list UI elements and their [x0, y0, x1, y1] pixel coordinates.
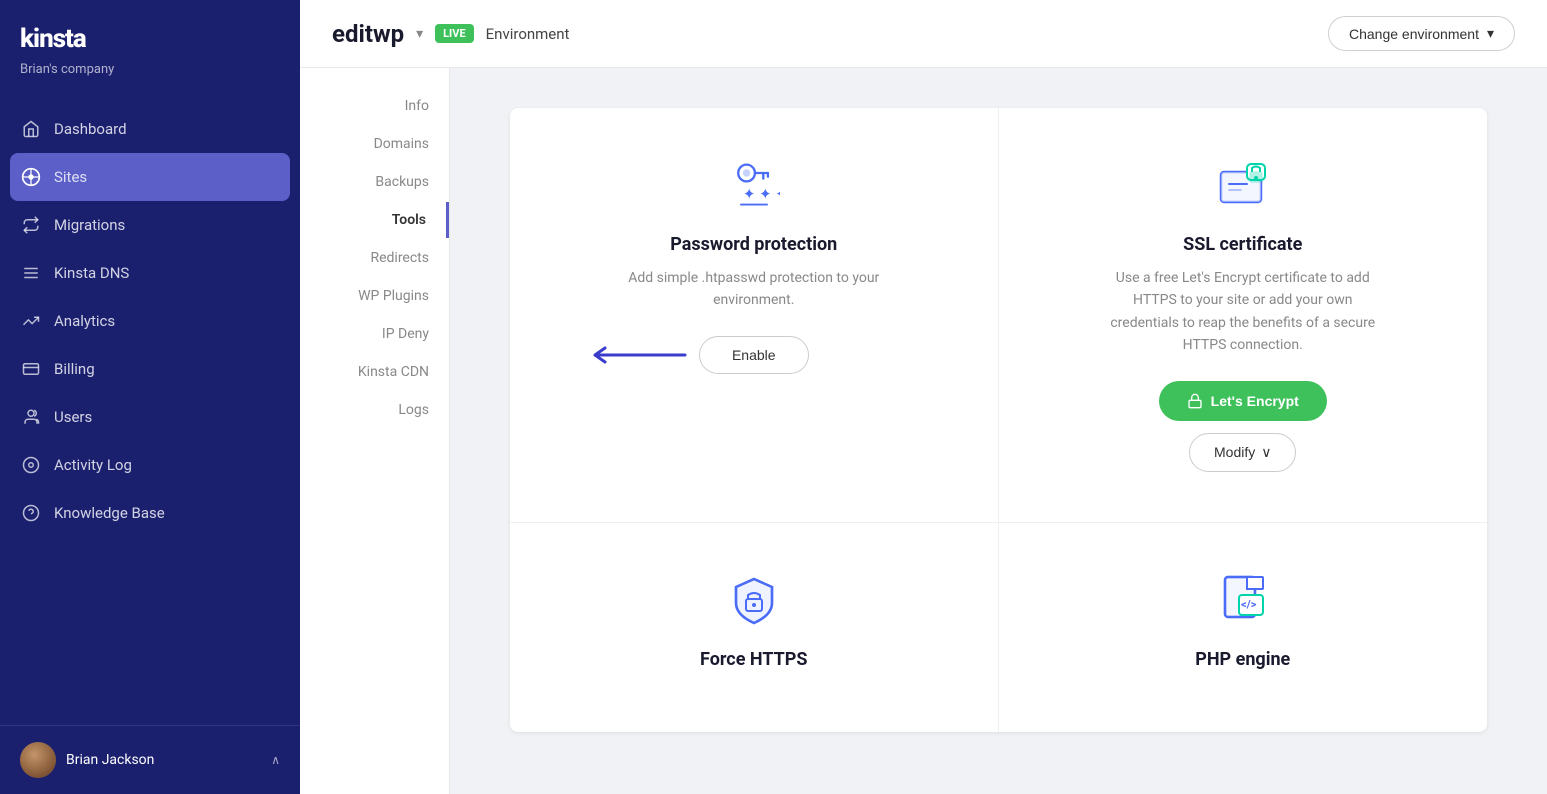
sidebar-nav: Dashboard Sites	[0, 97, 300, 725]
sidebar-item-label: Billing	[54, 360, 95, 378]
lets-encrypt-button[interactable]: Let's Encrypt	[1159, 381, 1327, 421]
subnav-info[interactable]: Info	[300, 88, 449, 124]
subnav-logs[interactable]: Logs	[300, 392, 449, 428]
change-env-chevron: ▾	[1487, 25, 1494, 42]
footer-user: Brian Jackson	[20, 742, 154, 778]
force-https-card: Force HTTPS	[510, 523, 999, 732]
password-protection-desc: Add simple .htpasswd protection to your …	[614, 267, 894, 312]
modify-chevron: ∨	[1261, 444, 1271, 461]
activity-icon	[20, 454, 42, 476]
content-area: Info Domains Backups Tools Redirects WP …	[300, 68, 1547, 794]
sidebar-item-label: Activity Log	[54, 456, 132, 474]
sidebar-item-analytics[interactable]: Analytics	[0, 297, 300, 345]
https-icon	[728, 573, 780, 629]
subnav-domains[interactable]: Domains	[300, 126, 449, 162]
sidebar-item-label: Users	[54, 408, 92, 426]
modify-label: Modify	[1214, 444, 1255, 460]
logo: kinsta	[0, 0, 300, 62]
lock-icon	[1187, 393, 1203, 409]
live-badge: LIVE	[435, 24, 474, 43]
sidebar-item-knowledge-base[interactable]: Knowledge Base	[0, 489, 300, 537]
sidebar-item-label: Dashboard	[54, 120, 127, 138]
sub-nav: Info Domains Backups Tools Redirects WP …	[300, 68, 450, 794]
subnav-kinsta-cdn[interactable]: Kinsta CDN	[300, 354, 449, 390]
main-content: editwp ▾ LIVE Environment Change environ…	[300, 0, 1547, 794]
lets-encrypt-label: Let's Encrypt	[1211, 393, 1299, 409]
php-engine-title: PHP engine	[1195, 649, 1290, 670]
ssl-cert-title: SSL certificate	[1183, 234, 1302, 255]
password-protection-card: ✦ ✦ ✦ Password protection Add simple .ht…	[510, 108, 999, 523]
subnav-redirects[interactable]: Redirects	[300, 240, 449, 276]
help-icon	[20, 502, 42, 524]
ssl-certificate-card: SSL certificate Use a free Let's Encrypt…	[999, 108, 1488, 523]
sidebar-footer: Brian Jackson ∧	[0, 725, 300, 794]
sidebar-item-activity-log[interactable]: Activity Log	[0, 441, 300, 489]
users-icon	[20, 406, 42, 428]
billing-icon	[20, 358, 42, 380]
user-menu-chevron[interactable]: ∧	[271, 753, 280, 767]
svg-text:</>: </>	[1241, 598, 1257, 611]
migrations-icon	[20, 214, 42, 236]
home-icon	[20, 118, 42, 140]
svg-text:✦ ✦ ✦: ✦ ✦ ✦	[743, 185, 780, 203]
tools-grid: ✦ ✦ ✦ Password protection Add simple .ht…	[510, 108, 1487, 732]
enable-button[interactable]: Enable	[699, 336, 809, 374]
change-env-label: Change environment	[1349, 26, 1479, 42]
change-environment-button[interactable]: Change environment ▾	[1328, 16, 1515, 51]
environment-label: Environment	[486, 25, 570, 43]
sidebar: kinsta Brian's company Dashboard	[0, 0, 300, 794]
force-https-title: Force HTTPS	[700, 649, 807, 670]
subnav-tools[interactable]: Tools	[300, 202, 449, 238]
username: Brian Jackson	[66, 752, 154, 768]
sidebar-item-users[interactable]: Users	[0, 393, 300, 441]
sidebar-item-kinsta-dns[interactable]: Kinsta DNS	[0, 249, 300, 297]
sidebar-item-sites[interactable]: Sites	[10, 153, 290, 201]
password-icon: ✦ ✦ ✦	[728, 158, 780, 214]
company-name: Brian's company	[0, 62, 300, 97]
subnav-ip-deny[interactable]: IP Deny	[300, 316, 449, 352]
subnav-backups[interactable]: Backups	[300, 164, 449, 200]
sidebar-item-dashboard[interactable]: Dashboard	[0, 105, 300, 153]
analytics-icon	[20, 310, 42, 332]
dns-icon	[20, 262, 42, 284]
avatar	[20, 742, 56, 778]
sidebar-item-label: Kinsta DNS	[54, 264, 129, 282]
sidebar-item-migrations[interactable]: Migrations	[0, 201, 300, 249]
php-icon: </>	[1217, 573, 1269, 629]
sidebar-item-billing[interactable]: Billing	[0, 345, 300, 393]
sidebar-item-label: Knowledge Base	[54, 504, 165, 522]
header: editwp ▾ LIVE Environment Change environ…	[300, 0, 1547, 68]
sidebar-item-label: Migrations	[54, 216, 125, 234]
site-dropdown-chevron[interactable]: ▾	[416, 26, 423, 42]
sidebar-item-label: Sites	[54, 168, 87, 186]
sidebar-item-label: Analytics	[54, 312, 115, 330]
password-protection-title: Password protection	[670, 234, 837, 255]
ssl-icon	[1217, 158, 1269, 214]
header-left: editwp ▾ LIVE Environment	[332, 20, 569, 48]
site-name: editwp	[332, 20, 404, 48]
modify-button[interactable]: Modify ∨	[1189, 433, 1296, 472]
subnav-wp-plugins[interactable]: WP Plugins	[300, 278, 449, 314]
tools-content: ✦ ✦ ✦ Password protection Add simple .ht…	[450, 68, 1547, 794]
sites-icon	[20, 166, 42, 188]
php-engine-card: </> PHP engine	[999, 523, 1488, 732]
logo-text: kinsta	[20, 24, 280, 54]
ssl-cert-desc: Use a free Let's Encrypt certificate to …	[1103, 267, 1383, 357]
